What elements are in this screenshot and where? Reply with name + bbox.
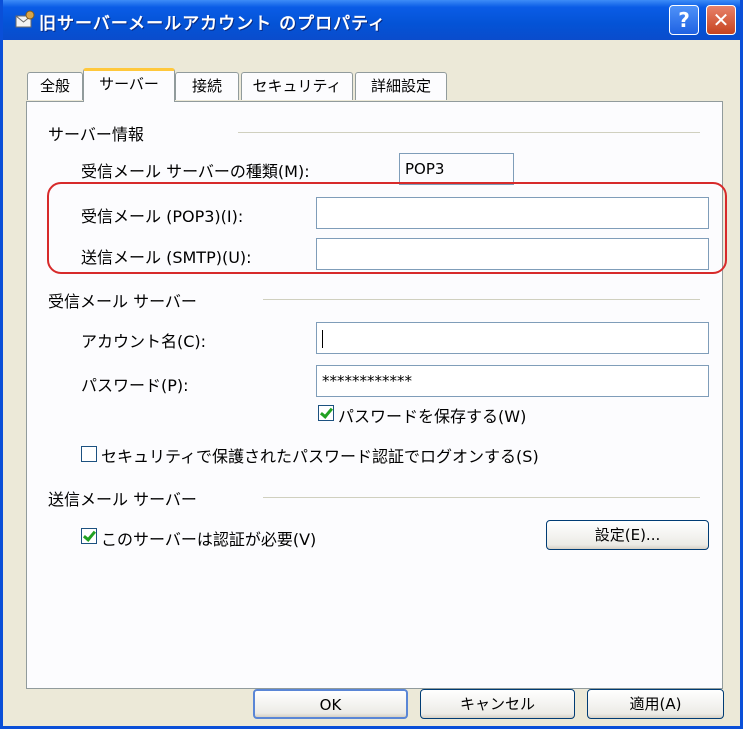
- mail-account-icon: [15, 10, 35, 28]
- tab-security[interactable]: セキュリティ: [241, 72, 353, 100]
- text-cursor: [322, 329, 323, 348]
- spa-checkbox[interactable]: [81, 446, 97, 462]
- window-title: 旧サーバーメールアカウント のプロパティ: [39, 14, 387, 34]
- tab-advanced[interactable]: 詳細設定: [355, 72, 447, 100]
- incoming-server-input[interactable]: [316, 197, 709, 229]
- group-divider: [263, 299, 700, 300]
- remember-password-label: パスワードを保存する(W): [338, 407, 527, 426]
- group-divider: [263, 497, 700, 498]
- tab-connection[interactable]: 接続: [175, 72, 239, 100]
- tab-general[interactable]: 全般: [27, 72, 83, 100]
- outgoing-server-heading: 送信メール サーバー: [48, 490, 197, 509]
- password-input[interactable]: ************: [316, 365, 709, 397]
- password-label: パスワード(P):: [81, 376, 189, 395]
- properties-dialog: 旧サーバーメールアカウント のプロパティ ? ✕ 全般 サーバー 接続 セキュリ…: [0, 0, 743, 729]
- server-type-value: POP3: [399, 153, 514, 185]
- server-info-heading: サーバー情報: [48, 125, 144, 144]
- help-button[interactable]: ?: [669, 5, 699, 35]
- account-name-label: アカウント名(C):: [81, 332, 207, 351]
- outgoing-server-label: 送信メール (SMTP)(U):: [81, 248, 252, 267]
- incoming-server-label: 受信メール (POP3)(I):: [81, 207, 244, 226]
- remember-password-checkbox[interactable]: [318, 405, 334, 421]
- cancel-button[interactable]: キャンセル: [420, 689, 575, 719]
- group-divider: [238, 132, 700, 133]
- apply-button[interactable]: 適用(A): [587, 689, 724, 719]
- title-bar[interactable]: 旧サーバーメールアカウント のプロパティ ? ✕: [3, 0, 740, 40]
- incoming-server-heading: 受信メール サーバー: [48, 292, 197, 311]
- server-type-label: 受信メール サーバーの種類(M):: [81, 162, 310, 181]
- spa-label: セキュリティで保護されたパスワード認証でログオンする(S): [101, 447, 539, 466]
- tab-server[interactable]: サーバー: [83, 68, 175, 102]
- server-auth-label: このサーバーは認証が必要(V): [101, 530, 317, 549]
- ok-button[interactable]: OK: [253, 689, 408, 719]
- settings-button[interactable]: 設定(E)...: [546, 520, 709, 550]
- server-auth-checkbox[interactable]: [81, 528, 97, 544]
- close-button[interactable]: ✕: [706, 5, 736, 35]
- account-name-input[interactable]: [316, 322, 709, 354]
- outgoing-server-input[interactable]: [316, 238, 709, 270]
